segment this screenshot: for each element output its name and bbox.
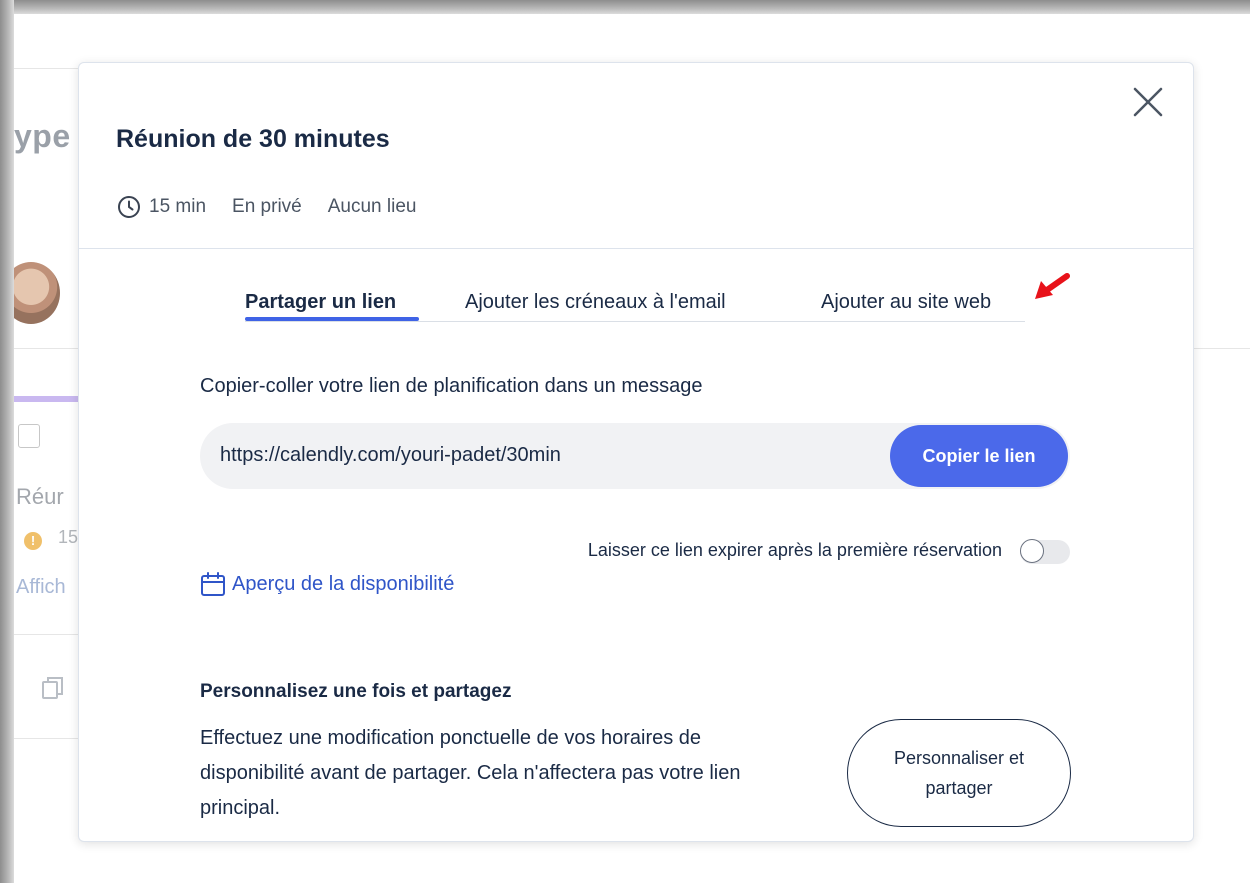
window-frame-left (0, 0, 14, 883)
copy-icon (42, 677, 63, 699)
page: ype Réur ! 15 Affich Réunion de 30 minut… (0, 0, 1250, 883)
customize-share-button[interactable]: Personnaliser et partager (847, 719, 1071, 827)
background-divider (1192, 348, 1250, 349)
customize-description: Effectuez une modification ponctuelle de… (200, 727, 741, 819)
event-visibility: En privé (232, 196, 302, 217)
share-modal: Réunion de 30 minutes 15 min En privé Au… (78, 62, 1194, 842)
modal-title: Réunion de 30 minutes (116, 125, 390, 153)
tab-add-website[interactable]: Ajouter au site web (821, 291, 991, 314)
customize-title: Personnalisez une fois et partagez (200, 681, 512, 702)
tab-add-slots-email[interactable]: Ajouter les créneaux à l'email (465, 291, 726, 314)
event-duration: 15 min (149, 196, 207, 217)
background-divider (14, 348, 78, 349)
calendar-icon (201, 572, 225, 596)
active-tab-indicator (245, 317, 419, 321)
close-button[interactable] (1129, 83, 1167, 121)
expire-label: Laisser ce lien expirer après la premièr… (587, 540, 1002, 560)
close-icon (1133, 87, 1163, 117)
background-divider (14, 634, 78, 635)
red-arrow-icon (1035, 273, 1070, 299)
background-divider (14, 738, 78, 739)
scheduling-link-field[interactable]: https://calendly.com/youri-padet/30min C… (200, 423, 1070, 489)
customize-share-label: Personnaliser et partager (893, 748, 1025, 798)
scheduling-link-text[interactable]: https://calendly.com/youri-padet/30min (220, 444, 561, 467)
share-tabs: Partager un lien Ajouter les créneaux à … (245, 277, 1025, 322)
background-page-title: ype (14, 118, 71, 154)
background-event-name: Réur (16, 484, 64, 509)
background-event-color-bar (14, 396, 78, 402)
clock-icon (118, 196, 140, 218)
header-divider (79, 248, 1193, 249)
warning-icon: ! (24, 532, 42, 550)
expire-toggle-knob (1020, 539, 1044, 563)
expire-option: Laisser ce lien expirer après la premièr… (519, 537, 1070, 565)
background-checkbox (18, 424, 40, 448)
share-instruction: Copier-coller votre lien de planificatio… (200, 375, 703, 397)
background-event-link: Affich (16, 576, 66, 598)
window-frame-top (0, 0, 1250, 14)
background-divider (14, 68, 78, 69)
event-location: Aucun lieu (327, 196, 417, 217)
background-event-duration: 15 (58, 527, 79, 547)
expire-toggle[interactable] (1020, 539, 1070, 564)
copy-link-button[interactable]: Copier le lien (890, 425, 1068, 487)
event-meta: 15 min En privé Aucun lieu (117, 193, 442, 221)
availability-preview-link[interactable]: Aperçu de la disponibilité (200, 569, 454, 599)
availability-preview-label[interactable]: Aperçu de la disponibilité (232, 573, 454, 596)
tab-share-link[interactable]: Partager un lien (245, 291, 396, 314)
